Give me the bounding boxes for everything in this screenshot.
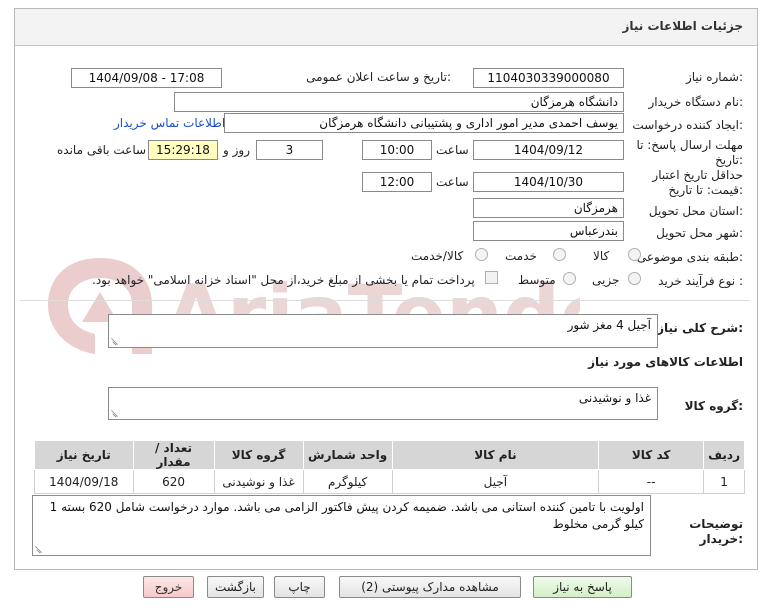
cell-name: آجیل — [391, 469, 600, 494]
city-label: شهر محل تحویل: — [656, 226, 743, 240]
validity-time-field: 12:00 — [362, 172, 432, 192]
province-field: هرمزگان — [473, 198, 624, 218]
page-title: جزئیات اطلاعات نیاز — [622, 19, 743, 33]
need-number-field: 1104030339000080 — [473, 68, 624, 88]
cell-need-date: 1404/09/18 — [34, 469, 134, 494]
treasury-payment-checkbox[interactable] — [485, 271, 498, 284]
category-label: طبقه بندی موضوعی: — [636, 250, 743, 264]
process-radio-minor[interactable] — [628, 272, 641, 285]
province-label: استان محل تحویل: — [648, 204, 743, 218]
notes-textarea[interactable]: اولویت با تامین کننده استانی می باشد. ضم… — [32, 495, 651, 556]
col-group: گروه کالا — [213, 440, 304, 470]
days-field: 3 — [256, 140, 323, 160]
col-need-date: تاریخ نیاز — [34, 440, 134, 470]
category-option-goods-service: کالا/خدمت — [411, 249, 464, 263]
resize-grip-icon[interactable] — [35, 545, 43, 553]
goods-table: ردیف کد کالا نام کالا واحد شمارش گروه کا… — [34, 440, 745, 494]
back-button[interactable]: بازگشت — [207, 576, 264, 598]
notes-text: اولویت با تامین کننده استانی می باشد. ضم… — [49, 500, 644, 531]
table-row[interactable]: 1 -- آجیل کیلوگرم غذا و نوشیدنی 620 1404… — [34, 469, 745, 494]
summary-label: شرح کلی نیاز: — [657, 321, 743, 335]
category-radio-goods[interactable] — [628, 248, 641, 261]
summary-textarea[interactable]: آجیل 4 مغز شور — [108, 314, 658, 348]
col-unit: واحد شمارش — [302, 440, 393, 470]
goods-group-text: غذا و نوشیدنی — [578, 391, 651, 405]
attachments-button[interactable]: مشاهده مدارک پیوستی (2) — [339, 576, 521, 598]
category-radio-goods-service[interactable] — [475, 248, 488, 261]
validity-label-line1: حداقل تاریخ اعتبار — [652, 168, 743, 182]
remaining-time-label: ساعت باقی مانده — [57, 143, 147, 157]
city-field: بندرعباس — [473, 221, 624, 241]
col-name: نام کالا — [391, 440, 600, 470]
print-button[interactable]: چاپ — [274, 576, 325, 598]
notes-label-line2: خریدار: — [699, 532, 743, 546]
cell-quantity: 620 — [132, 469, 215, 494]
requester-label: ایجاد کننده درخواست: — [632, 118, 743, 132]
process-label: نوع فرآیند خرید : — [658, 274, 743, 288]
announce-field: 1404/09/08 - 17:08 — [71, 68, 222, 88]
deadline-date-field: 1404/09/12 — [473, 140, 624, 160]
reply-button[interactable]: پاسخ به نیاز — [533, 576, 632, 598]
col-code: کد کالا — [598, 440, 705, 470]
days-label: روز و — [223, 143, 250, 157]
summary-text: آجیل 4 مغز شور — [567, 318, 651, 332]
resize-grip-icon[interactable] — [111, 409, 119, 417]
validity-date-field: 1404/10/30 — [473, 172, 624, 192]
process-radio-medium[interactable] — [563, 272, 576, 285]
remaining-time-field: 15:29:18 — [148, 140, 218, 160]
cell-group: غذا و نوشیدنی — [213, 469, 304, 494]
goods-table-header: ردیف کد کالا نام کالا واحد شمارش گروه کا… — [34, 440, 745, 470]
exit-button[interactable]: خروج — [143, 576, 194, 598]
process-option-medium: متوسط — [518, 273, 556, 287]
divider — [20, 300, 750, 301]
cell-row: 1 — [703, 469, 745, 494]
col-row: ردیف — [703, 440, 745, 470]
deadline-label-line1: مهلت ارسال پاسخ: تا — [636, 138, 743, 152]
category-option-service: خدمت — [505, 249, 537, 263]
buyer-org-label: نام دستگاه خریدار: — [648, 95, 744, 109]
title-bar: جزئیات اطلاعات نیاز — [15, 9, 757, 46]
resize-grip-icon[interactable] — [111, 337, 119, 345]
contact-info-link[interactable]: اطلاعات تماس خریدار — [114, 116, 225, 130]
process-option-minor: جزیی — [592, 273, 620, 287]
announce-label: تاریخ و ساعت اعلان عمومی: — [306, 70, 451, 84]
validity-time-label: ساعت — [436, 175, 469, 189]
notes-label-line1: توضیحات — [689, 517, 743, 531]
deadline-time-label: ساعت — [436, 143, 469, 157]
cell-unit: کیلوگرم — [302, 469, 393, 494]
validity-label-line2: قیمت: تا تاریخ: — [668, 183, 743, 197]
cell-code: -- — [598, 469, 705, 494]
deadline-label-line2: تاریخ: — [715, 153, 743, 167]
treasury-payment-note: پرداخت تمام یا بخشی از مبلغ خرید،از محل … — [92, 273, 475, 287]
category-option-goods: کالا — [593, 249, 610, 263]
buyer-org-field: دانشگاه هرمزگان — [174, 92, 624, 112]
goods-group-textarea[interactable]: غذا و نوشیدنی — [108, 387, 658, 420]
need-number-label: شماره نیاز: — [685, 70, 743, 84]
col-quantity: تعداد / مقدار — [132, 440, 215, 470]
requester-field: یوسف احمدی مدیر امور اداری و پشتیبانی دا… — [224, 113, 624, 133]
goods-group-label: گروه کالا: — [684, 399, 743, 413]
deadline-time-field: 10:00 — [362, 140, 432, 160]
category-radio-service[interactable] — [553, 248, 566, 261]
goods-section-title: اطلاعات کالاهای مورد نیاز — [588, 355, 743, 369]
